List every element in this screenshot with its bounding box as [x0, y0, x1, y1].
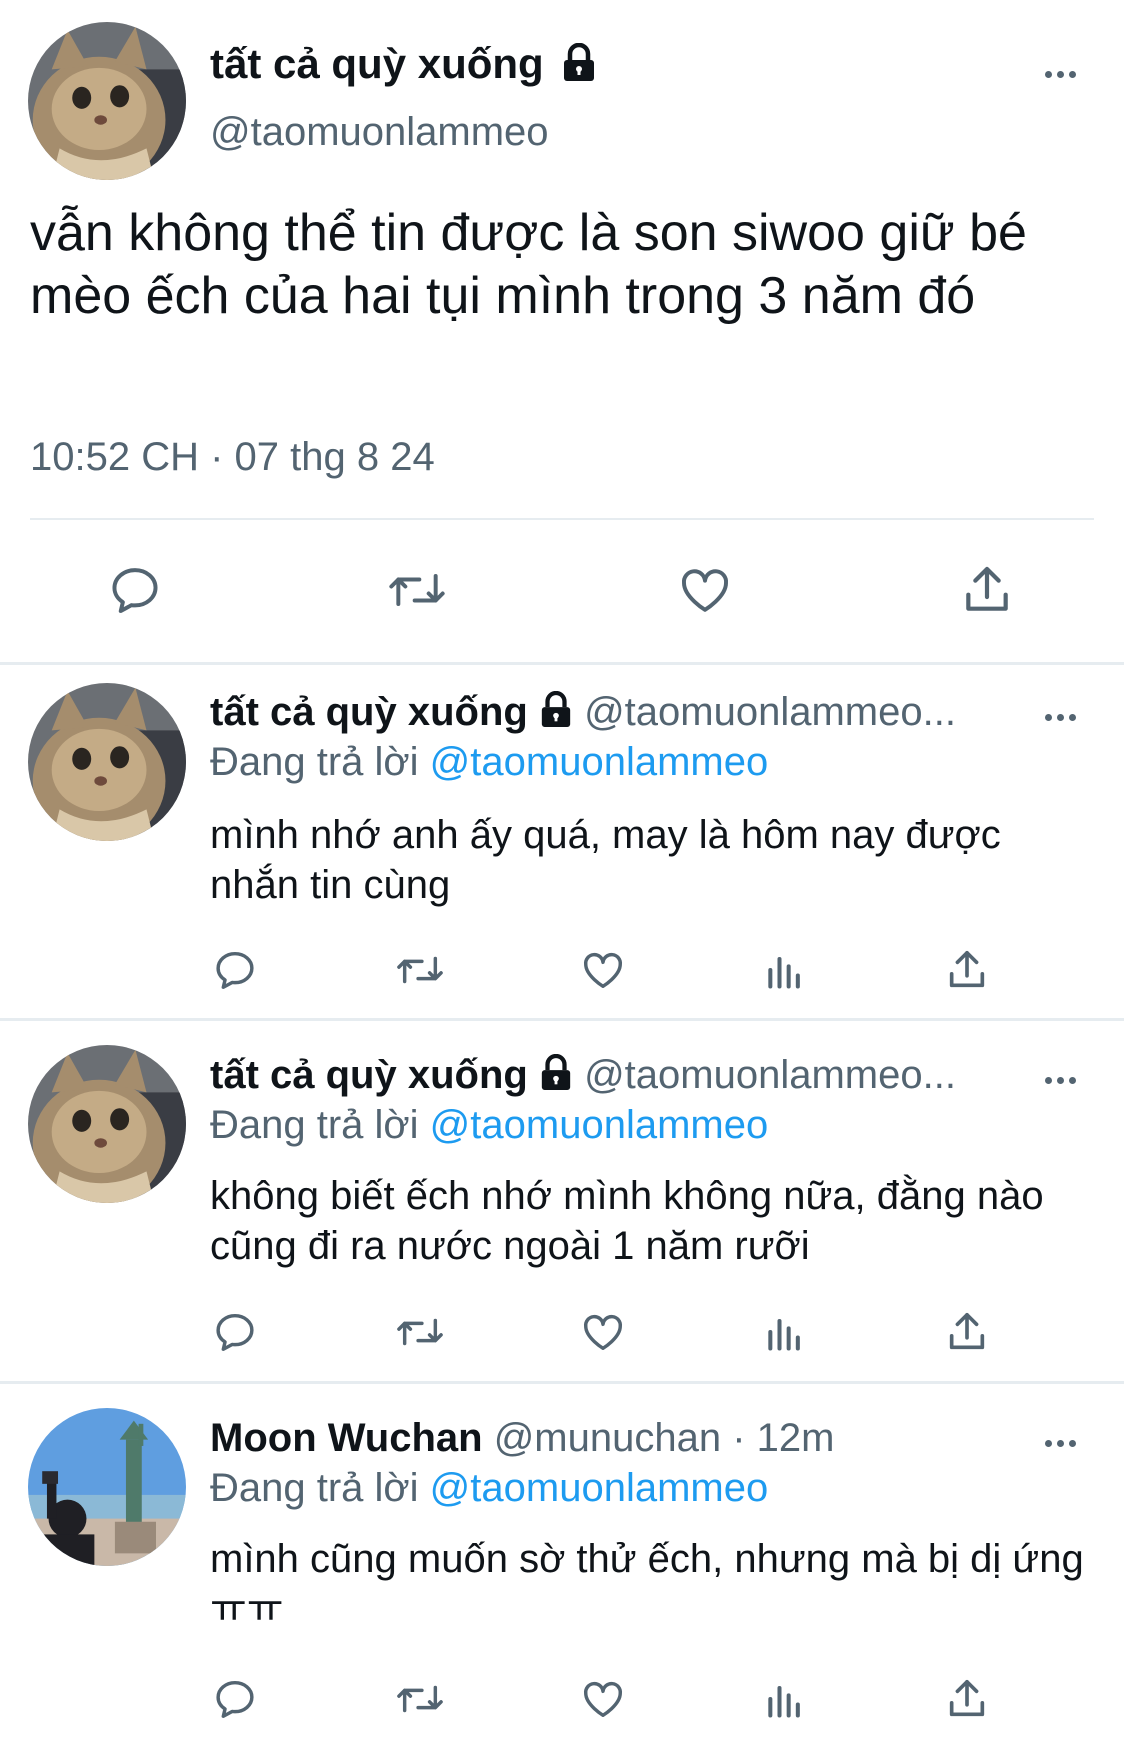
- like-icon: [682, 569, 728, 612]
- share-icon: [949, 1679, 985, 1717]
- reply-button[interactable]: [100, 560, 170, 620]
- cat-avatar-image: [28, 1045, 186, 1203]
- statue-avatar-image: [28, 1408, 186, 1566]
- reply-icon: [216, 1313, 254, 1351]
- handle[interactable]: @taomuonlammeo...: [584, 1053, 956, 1097]
- retweet-button[interactable]: [392, 1307, 448, 1357]
- like-icon: [584, 1681, 622, 1718]
- reply-header: tất cả quỳ xuống @taomuonlammeo...: [210, 1053, 956, 1098]
- share-icon: [966, 566, 1008, 611]
- lock-icon: [541, 1054, 571, 1091]
- retweet-icon: [397, 1318, 443, 1346]
- retweet-button[interactable]: [382, 560, 452, 620]
- avatar[interactable]: [28, 1045, 186, 1203]
- like-button[interactable]: [670, 560, 740, 620]
- views-button[interactable]: [760, 945, 810, 995]
- views-button[interactable]: [760, 1674, 810, 1724]
- like-button[interactable]: [578, 1307, 628, 1357]
- avatar[interactable]: [28, 683, 186, 841]
- mention-link[interactable]: @taomuonlammeo: [430, 740, 769, 784]
- retweet-icon: [397, 956, 443, 984]
- lock-icon: [564, 42, 595, 81]
- reply-icon: [216, 951, 254, 989]
- share-button[interactable]: [952, 560, 1022, 620]
- reply-button[interactable]: [210, 1674, 260, 1724]
- handle[interactable]: @munuchan · 12m: [494, 1416, 835, 1460]
- analytics-icon: [768, 1685, 800, 1718]
- handle[interactable]: @taomuonlammeo: [210, 110, 549, 155]
- reply-button[interactable]: [210, 1307, 260, 1357]
- more-options-icon[interactable]: [1040, 1433, 1080, 1453]
- share-icon: [949, 1312, 985, 1350]
- replying-to: Đang trả lời @taomuonlammeo: [210, 740, 769, 784]
- display-name[interactable]: tất cả quỳ xuống: [210, 40, 597, 88]
- like-icon: [584, 952, 622, 989]
- display-name[interactable]: Moon Wuchan: [210, 1416, 483, 1460]
- mention-link[interactable]: @taomuonlammeo: [430, 1466, 769, 1510]
- share-button[interactable]: [942, 1307, 992, 1357]
- retweet-icon: [389, 574, 445, 606]
- analytics-icon: [768, 1318, 800, 1351]
- more-options-icon[interactable]: [1040, 64, 1080, 84]
- display-name[interactable]: tất cả quỳ xuống: [210, 1053, 528, 1097]
- tweet-text: mình nhớ anh ấy quá, may là hôm nay được…: [210, 813, 1001, 907]
- mention-link[interactable]: @taomuonlammeo: [430, 1103, 769, 1147]
- views-button[interactable]: [760, 1307, 810, 1357]
- reply-header: Moon Wuchan @munuchan · 12m: [210, 1416, 834, 1461]
- cat-avatar-image: [28, 683, 186, 841]
- replying-to: Đang trả lời @taomuonlammeo: [210, 1466, 769, 1510]
- replying-to: Đang trả lời @taomuonlammeo: [210, 1103, 769, 1147]
- lock-icon: [541, 691, 571, 728]
- display-name[interactable]: tất cả quỳ xuống: [210, 690, 528, 734]
- share-button[interactable]: [942, 1674, 992, 1724]
- like-button[interactable]: [578, 945, 628, 995]
- share-icon: [949, 950, 985, 988]
- handle[interactable]: @taomuonlammeo...: [584, 690, 956, 734]
- retweet-button[interactable]: [392, 945, 448, 995]
- retweet-button[interactable]: [392, 1674, 448, 1724]
- tweet-text: vẫn không thể tin được là son siwoo giữ …: [30, 204, 1027, 325]
- more-options-icon[interactable]: [1040, 707, 1080, 727]
- tweet-text: mình cũng muốn sờ thử ếch, nhưng mà bị d…: [210, 1537, 1084, 1631]
- reply-button[interactable]: [210, 945, 260, 995]
- reply-header: tất cả quỳ xuống @taomuonlammeo...: [210, 690, 956, 735]
- analytics-icon: [768, 956, 800, 989]
- share-button[interactable]: [942, 945, 992, 995]
- like-icon: [584, 1314, 622, 1351]
- more-options-icon[interactable]: [1040, 1070, 1080, 1090]
- cat-avatar-image: [28, 22, 186, 180]
- reply-tweet[interactable]: tất cả quỳ xuống @taomuonlammeo... Đang …: [0, 665, 1124, 1020]
- avatar[interactable]: [28, 1408, 186, 1566]
- tweet-timestamp[interactable]: 10:52 CH · 07 thg 8 24: [30, 435, 435, 480]
- tweet-text: không biết ếch nhớ mình không nữa, đằng …: [210, 1174, 1044, 1268]
- like-button[interactable]: [578, 1674, 628, 1724]
- reply-tweet[interactable]: Moon Wuchan @munuchan · 12m Đang trả lời…: [0, 1384, 1124, 1749]
- reply-icon: [216, 1680, 254, 1718]
- avatar[interactable]: [28, 22, 186, 180]
- reply-tweet[interactable]: tất cả quỳ xuống @taomuonlammeo... Đang …: [0, 1021, 1124, 1383]
- retweet-icon: [397, 1685, 443, 1713]
- divider: [30, 518, 1094, 520]
- reply-icon: [112, 568, 158, 613]
